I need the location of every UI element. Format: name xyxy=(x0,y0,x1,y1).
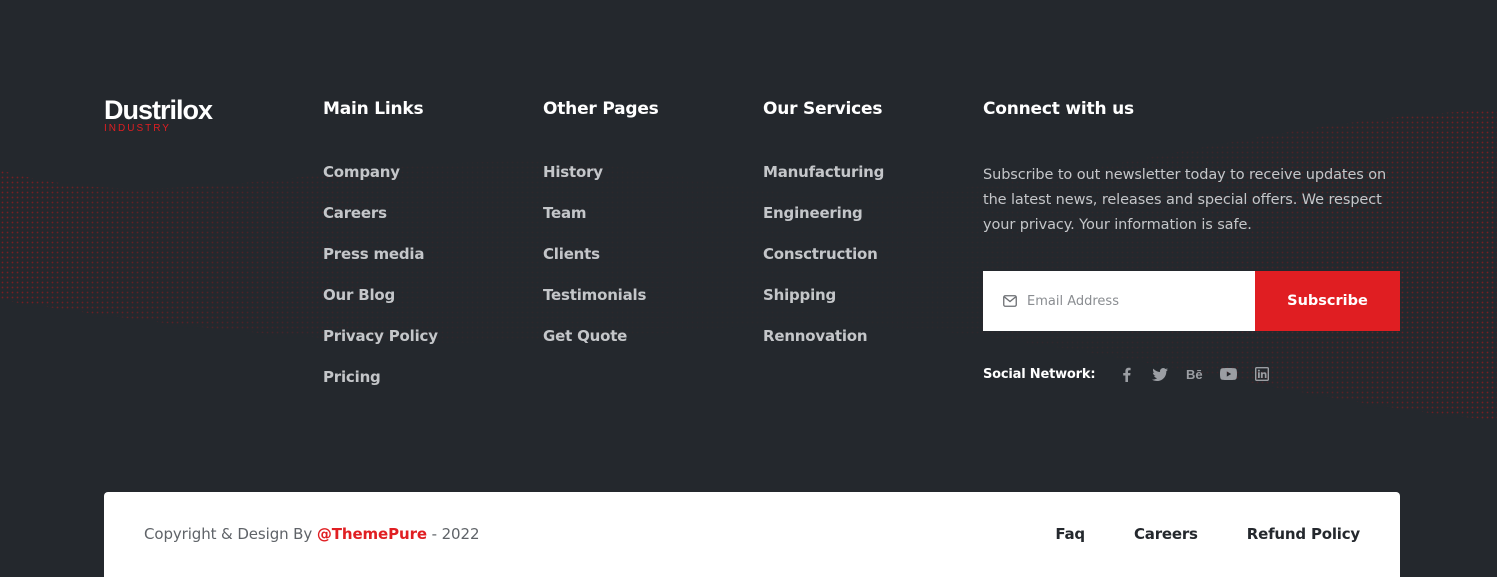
connect-heading: Connect with us xyxy=(983,99,1134,119)
bottom-links: Faq Careers Refund Policy xyxy=(1006,525,1360,543)
link-careers[interactable]: Careers xyxy=(323,204,387,222)
other-pages-heading: Other Pages xyxy=(543,99,659,119)
newsletter-text: Subscribe to out newsletter today to rec… xyxy=(983,167,1387,233)
connect-column: Connect with us Subscribe to out newslet… xyxy=(983,98,1403,382)
other-pages-column: Other Pages History Team Clients Testimo… xyxy=(543,98,659,367)
main-links-heading: Main Links xyxy=(323,99,424,119)
link-privacy-policy[interactable]: Privacy Policy xyxy=(323,327,438,345)
envelope-icon xyxy=(1003,295,1017,307)
link-press-media[interactable]: Press media xyxy=(323,245,424,263)
link-renovation[interactable]: Rennovation xyxy=(763,327,868,345)
footer-top: Dustrilox INDUSTRY Main Links Company Ca… xyxy=(0,0,1497,492)
facebook-icon[interactable] xyxy=(1109,364,1143,384)
link-our-blog[interactable]: Our Blog xyxy=(323,286,395,304)
twitter-icon[interactable] xyxy=(1143,364,1177,384)
our-services-column: Our Services Manufacturing Engineering C… xyxy=(763,98,884,367)
link-manufacturing[interactable]: Manufacturing xyxy=(763,163,884,181)
link-bottom-careers[interactable]: Careers xyxy=(1134,525,1198,543)
themepure-link[interactable]: @ThemePure xyxy=(317,525,427,543)
link-pricing[interactable]: Pricing xyxy=(323,368,381,386)
link-shipping[interactable]: Shipping xyxy=(763,286,836,304)
link-get-quote[interactable]: Get Quote xyxy=(543,327,627,345)
link-faq[interactable]: Faq xyxy=(1055,525,1085,543)
social-label: Social Network: xyxy=(983,366,1096,382)
copyright-text: Copyright & Design By @ThemePure - 2022 xyxy=(144,525,480,543)
copyright-suffix: - 2022 xyxy=(426,525,480,543)
email-input[interactable] xyxy=(1027,293,1227,309)
logo-tagline: INDUSTRY xyxy=(104,123,171,134)
behance-icon[interactable]: Bē xyxy=(1177,364,1211,384)
logo-name: Dustrilox xyxy=(104,95,213,125)
link-company[interactable]: Company xyxy=(323,163,400,181)
email-box xyxy=(983,271,1255,331)
logo[interactable]: Dustrilox INDUSTRY xyxy=(104,95,213,134)
link-team[interactable]: Team xyxy=(543,204,587,222)
link-refund-policy[interactable]: Refund Policy xyxy=(1247,525,1360,543)
footer-bottom-bar: Copyright & Design By @ThemePure - 2022 … xyxy=(104,492,1400,577)
link-history[interactable]: History xyxy=(543,163,603,181)
link-testimonials[interactable]: Testimonials xyxy=(543,286,646,304)
our-services-heading: Our Services xyxy=(763,99,883,119)
subscribe-button[interactable]: Subscribe xyxy=(1255,271,1400,331)
linkedin-icon[interactable] xyxy=(1245,364,1279,384)
main-links-column: Main Links Company Careers Press media O… xyxy=(323,98,438,408)
youtube-icon[interactable] xyxy=(1211,364,1245,384)
link-clients[interactable]: Clients xyxy=(543,245,600,263)
subscribe-form: Subscribe xyxy=(983,271,1400,331)
link-construction[interactable]: Consctruction xyxy=(763,245,878,263)
social-network: Social Network: Bē xyxy=(983,364,1279,384)
copyright-prefix: Copyright & Design By xyxy=(144,525,317,543)
link-engineering[interactable]: Engineering xyxy=(763,204,863,222)
